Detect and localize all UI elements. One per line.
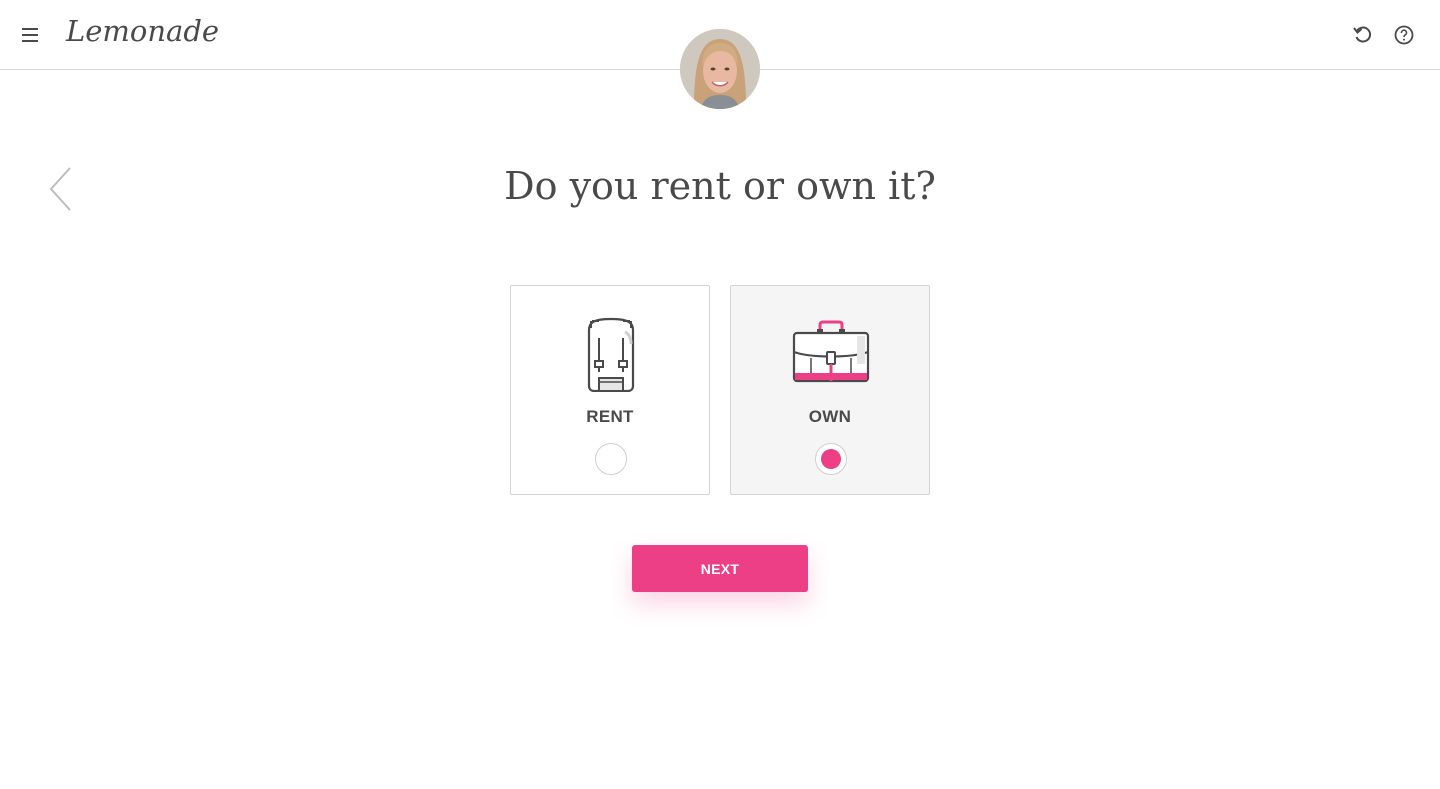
radio-own[interactable] <box>815 443 847 475</box>
undo-icon[interactable] <box>1352 24 1374 46</box>
question-title: Do you rent or own it? <box>504 164 936 208</box>
next-button[interactable]: NEXT <box>632 545 808 592</box>
backpack-icon <box>561 316 661 393</box>
help-circle-icon[interactable] <box>1393 24 1415 46</box>
option-label-own: OWN <box>808 407 852 426</box>
lemonade-logo[interactable]: Lemonade <box>66 14 219 48</box>
radio-selected-dot <box>821 449 841 469</box>
option-label-rent: RENT <box>586 407 634 426</box>
radio-rent[interactable] <box>595 443 627 475</box>
option-card-rent[interactable]: RENT <box>510 285 710 495</box>
option-card-own[interactable]: OWN <box>730 285 930 495</box>
briefcase-icon <box>781 316 881 392</box>
assistant-avatar <box>680 29 760 109</box>
hamburger-menu-icon[interactable] <box>20 25 40 45</box>
